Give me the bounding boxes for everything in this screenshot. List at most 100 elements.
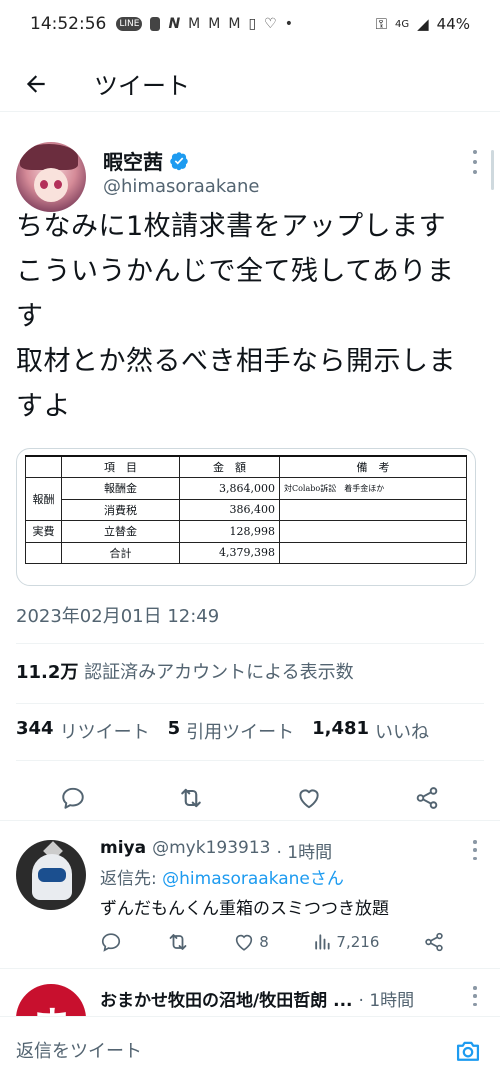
author-name-text: 暇空茜 bbox=[103, 150, 163, 174]
retweets-count: 344 bbox=[16, 718, 54, 739]
more-notifications-icon: • bbox=[284, 16, 293, 32]
invoice-amount: 386,400 bbox=[179, 498, 280, 521]
invoice-header-amount: 金 額 bbox=[179, 455, 280, 478]
reply-views-count: 7,216 bbox=[336, 933, 380, 951]
gmail-icon: M bbox=[188, 16, 201, 32]
engagement-stats: 344 リツイート 5 引用ツイート 1,481 いいね bbox=[16, 718, 429, 744]
reply-avatar[interactable] bbox=[16, 840, 86, 910]
app-header: ツイート bbox=[0, 56, 500, 112]
divider bbox=[16, 760, 484, 761]
reply-author-name[interactable]: おまかせ牧田の沼地/牧田哲朗 ... bbox=[100, 986, 353, 1011]
likes-stat[interactable]: 1,481 いいね bbox=[312, 718, 429, 744]
reply-to-line: 返信先: @himasoraakaneさん bbox=[100, 864, 344, 889]
back-button[interactable] bbox=[16, 64, 56, 104]
share-icon bbox=[416, 787, 438, 809]
verified-badge-icon bbox=[170, 151, 188, 170]
main-tweet: 暇空茜 @himasoraakane ちなみに1枚請求書をアップします こういう… bbox=[0, 128, 500, 821]
tweet-author: 暇空茜 @himasoraakane bbox=[0, 128, 500, 212]
share-button[interactable] bbox=[407, 778, 447, 818]
invoice-header-item: 項 目 bbox=[61, 455, 180, 478]
invoice-group: 実費 bbox=[25, 520, 62, 543]
invoice-group bbox=[25, 541, 62, 564]
tweet-timestamp[interactable]: 2023年02月01日 12:49 bbox=[16, 602, 219, 628]
reply-like-button[interactable]: 8 bbox=[233, 931, 269, 953]
divider bbox=[0, 820, 500, 821]
reply-share-button[interactable] bbox=[423, 931, 445, 953]
retweet-button[interactable] bbox=[171, 778, 211, 818]
tweet-media-image[interactable]: 項 目 金 額 備 考 報酬 報酬金 3,864,000 対Colabo訴訟 着… bbox=[16, 448, 476, 586]
tweet-text: ちなみに1枚請求書をアップします こういうかんじで全て残してありま す 取材とか… bbox=[16, 211, 456, 422]
battery-level: 44% bbox=[436, 15, 470, 33]
quotes-label: 引用ツイート bbox=[186, 722, 295, 743]
retweet-icon bbox=[169, 934, 187, 950]
reply-author-name[interactable]: miya bbox=[100, 838, 146, 863]
reply-to-prefix: 返信先: bbox=[100, 869, 163, 889]
likes-count: 1,481 bbox=[312, 718, 370, 739]
status-time: 14:52:56 bbox=[30, 14, 107, 34]
invoice-item: 報酬金 bbox=[61, 477, 180, 500]
reply-retweet-button[interactable] bbox=[166, 930, 190, 954]
divider bbox=[16, 643, 484, 644]
like-button[interactable] bbox=[289, 778, 329, 818]
quotes-stat[interactable]: 5 引用ツイート bbox=[168, 718, 295, 744]
author-display-name[interactable]: 暇空茜 bbox=[103, 146, 189, 175]
invoice-row: 消費税 386,400 bbox=[26, 498, 467, 521]
avatar-glyph: ま bbox=[16, 994, 86, 1016]
reply-reply-button[interactable] bbox=[100, 931, 122, 953]
invoice-amount: 4,379,398 bbox=[179, 541, 280, 564]
retweets-label: リツイート bbox=[59, 722, 150, 743]
reply-icon bbox=[62, 787, 84, 809]
heart-icon bbox=[299, 789, 319, 809]
reply-to-handle[interactable]: @himasoraakane bbox=[162, 869, 310, 889]
tweet-more-button[interactable] bbox=[470, 150, 480, 174]
arrow-left-icon bbox=[26, 74, 45, 93]
views-label: 認証済みアカウントによる表示数 bbox=[84, 662, 354, 683]
reply-more-button[interactable] bbox=[470, 986, 480, 1006]
tweet-actions bbox=[0, 773, 500, 823]
invoice-amount: 128,998 bbox=[179, 520, 280, 543]
quotes-count: 5 bbox=[167, 718, 181, 739]
invoice-corner-cell bbox=[25, 455, 62, 478]
invoice-table: 項 目 金 額 備 考 報酬 報酬金 3,864,000 対Colabo訴訟 着… bbox=[25, 455, 467, 564]
network-icon: 4G bbox=[394, 18, 410, 30]
reply-tweet[interactable]: ま おまかせ牧田の沼地/牧田哲朗 ... · 1時間 bbox=[0, 968, 500, 1016]
invoice-note bbox=[279, 541, 467, 564]
reply-author-handle[interactable]: @myk193913 bbox=[152, 838, 270, 863]
n-app-icon: N bbox=[168, 16, 181, 32]
notification-icons: LINE N M M M ▯ ♡ • bbox=[116, 16, 293, 32]
invoice-item: 立替金 bbox=[61, 520, 180, 543]
reply-header: miya @myk193913 · 1時間 bbox=[100, 838, 332, 863]
views-count[interactable]: 11.2万 認証済みアカウントによる表示数 bbox=[16, 658, 354, 684]
heart-icon bbox=[236, 934, 253, 951]
reply-compose-bar[interactable]: 返信をツイート bbox=[0, 1016, 500, 1083]
author-handle[interactable]: @himasoraakane bbox=[103, 176, 259, 197]
invoice-note: 対Colabo訴訟 着手金ほか bbox=[279, 477, 467, 500]
invoice-note bbox=[279, 520, 467, 543]
reply-avatar[interactable]: ま bbox=[16, 984, 86, 1016]
reply-tweet[interactable]: miya @myk193913 · 1時間 返信先: @himasoraakan… bbox=[0, 828, 500, 969]
invoice-group: 報酬 bbox=[25, 477, 62, 521]
invoice-amount: 3,864,000 bbox=[179, 477, 280, 500]
invoice-header-note: 備 考 bbox=[279, 455, 467, 478]
status-bar: 14:52:56 LINE N M M M ▯ ♡ • ⚿ 4G ◢ 44% bbox=[0, 0, 500, 48]
retweet-icon bbox=[181, 788, 201, 808]
reply-views-button[interactable]: 7,216 bbox=[312, 932, 379, 952]
invoice-item: 消費税 bbox=[61, 498, 180, 521]
compose-placeholder[interactable]: 返信をツイート bbox=[16, 1037, 142, 1063]
author-avatar[interactable] bbox=[16, 142, 86, 212]
heart-monitor-icon: ♡ bbox=[264, 16, 277, 32]
retweets-stat[interactable]: 344 リツイート bbox=[16, 718, 150, 744]
invoice-row: 報酬 報酬金 3,864,000 対Colabo訴訟 着手金ほか bbox=[25, 477, 467, 521]
bar-chart-icon bbox=[315, 934, 331, 950]
key-icon: ⚿ bbox=[375, 15, 387, 33]
reply-button[interactable] bbox=[53, 778, 93, 818]
reply-to-suffix: さん bbox=[309, 869, 344, 889]
reply-more-button[interactable] bbox=[470, 840, 480, 860]
line-icon: LINE bbox=[116, 17, 143, 31]
reply-actions: 8 7,216 bbox=[100, 930, 445, 954]
gmail-icon: M bbox=[208, 16, 221, 32]
invoice-header-row: 項 目 金 額 備 考 bbox=[25, 455, 467, 478]
reply-header: おまかせ牧田の沼地/牧田哲朗 ... · 1時間 bbox=[100, 986, 460, 1011]
divider bbox=[16, 703, 484, 704]
camera-icon[interactable] bbox=[454, 1037, 482, 1065]
